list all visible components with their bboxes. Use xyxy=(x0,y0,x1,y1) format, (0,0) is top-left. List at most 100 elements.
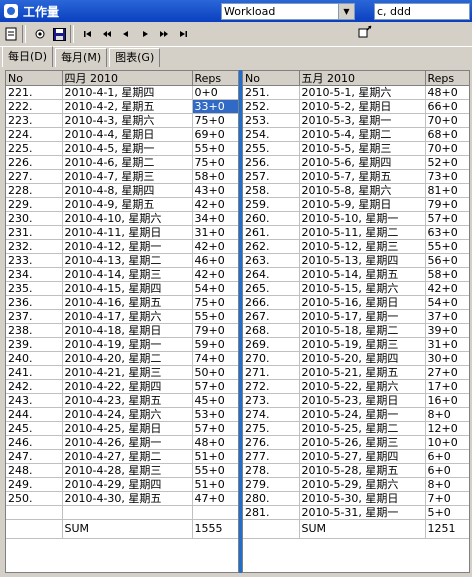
cell-date[interactable]: 2010-4-11, 星期日 xyxy=(62,225,193,240)
cell-date[interactable]: 2010-5-27, 星期四 xyxy=(299,449,426,464)
table-row[interactable]: 250. 2010-4-30, 星期五 47+0 xyxy=(6,491,238,506)
table-row[interactable]: 266. 2010-5-16, 星期日 54+0 xyxy=(243,295,469,310)
cell-no[interactable]: 278. xyxy=(243,463,300,478)
chevron-down-icon[interactable]: ▼ xyxy=(338,4,354,19)
table-row[interactable]: 228. 2010-4-8, 星期四 43+0 xyxy=(6,183,238,198)
cell-reps[interactable]: 54+0 xyxy=(192,281,238,296)
cell-no[interactable]: 235. xyxy=(6,281,63,296)
cell-no[interactable]: 250. xyxy=(6,491,63,506)
cell-no[interactable]: 279. xyxy=(243,477,300,492)
table-row[interactable]: 223. 2010-4-3, 星期六 75+0 xyxy=(6,113,238,128)
cell-date[interactable]: 2010-4-17, 星期六 xyxy=(62,309,193,324)
cell-date[interactable]: 2010-4-26, 星期一 xyxy=(62,435,193,450)
cell-no[interactable]: 280. xyxy=(243,491,300,506)
cell-reps[interactable]: 81+0 xyxy=(425,183,469,198)
last-icon[interactable] xyxy=(175,26,191,42)
cell-reps[interactable]: 37+0 xyxy=(425,309,469,324)
april-grid[interactable]: No 四月 2010 Reps 221. 2010-4-1, 星期四 0+0 222.… xyxy=(5,70,239,573)
cell-no[interactable]: 227. xyxy=(6,169,63,184)
table-row[interactable]: 257. 2010-5-7, 星期五 73+0 xyxy=(243,169,469,184)
cell-no[interactable]: 239. xyxy=(6,337,63,352)
cell-no[interactable]: 222. xyxy=(6,99,63,114)
cell-reps[interactable]: 31+0 xyxy=(425,337,469,352)
cell-no[interactable]: 255. xyxy=(243,141,300,156)
cell-no[interactable]: 230. xyxy=(6,211,63,226)
cell-reps[interactable]: 69+0 xyxy=(192,127,238,142)
table-row[interactable]: 273. 2010-5-23, 星期日 16+0 xyxy=(243,393,469,408)
cell-no[interactable]: 258. xyxy=(243,183,300,198)
cell-reps[interactable]: 31+0 xyxy=(192,225,238,240)
table-row[interactable]: 271. 2010-5-21, 星期五 27+0 xyxy=(243,365,469,380)
cell-date[interactable]: 2010-4-28, 星期三 xyxy=(62,463,193,478)
first-icon[interactable] xyxy=(80,26,96,42)
table-row[interactable]: 231. 2010-4-11, 星期日 31+0 xyxy=(6,225,238,240)
cell-no[interactable]: 260. xyxy=(243,211,300,226)
column-header-date[interactable]: 四月 2010 xyxy=(62,71,193,86)
cell-no[interactable] xyxy=(6,505,63,520)
cell-no[interactable]: 247. xyxy=(6,449,63,464)
cell-date[interactable]: 2010-4-15, 星期四 xyxy=(62,281,193,296)
table-row[interactable]: 237. 2010-4-17, 星期六 55+0 xyxy=(6,309,238,324)
cell-date[interactable]: 2010-5-17, 星期一 xyxy=(299,309,426,324)
cell-reps[interactable]: 34+0 xyxy=(192,211,238,226)
cell-reps[interactable]: 57+0 xyxy=(192,379,238,394)
table-row[interactable]: 238. 2010-4-18, 星期日 79+0 xyxy=(6,323,238,338)
cell-no[interactable]: 234. xyxy=(6,267,63,282)
cell-date[interactable]: 2010-4-13, 星期二 xyxy=(62,253,193,268)
cell-reps[interactable]: 70+0 xyxy=(425,113,469,128)
cell-reps[interactable]: 57+0 xyxy=(425,211,469,226)
cell-no[interactable]: 225. xyxy=(6,141,63,156)
table-row[interactable]: 243. 2010-4-23, 星期五 45+0 xyxy=(6,393,238,408)
cell-date[interactable]: 2010-4-30, 星期五 xyxy=(62,491,193,506)
column-header-no[interactable]: No xyxy=(243,71,300,86)
cell-date[interactable]: 2010-4-21, 星期三 xyxy=(62,365,193,380)
next-page-icon[interactable] xyxy=(156,26,172,42)
table-row[interactable]: 229. 2010-4-9, 星期五 42+0 xyxy=(6,197,238,212)
cell-date[interactable]: 2010-5-16, 星期日 xyxy=(299,295,426,310)
table-row[interactable]: 245. 2010-4-25, 星期日 57+0 xyxy=(6,421,238,436)
table-row[interactable]: 267. 2010-5-17, 星期一 37+0 xyxy=(243,309,469,324)
cell-date[interactable]: 2010-5-20, 星期四 xyxy=(299,351,426,366)
prev-page-icon[interactable] xyxy=(99,26,115,42)
cell-reps[interactable]: 53+0 xyxy=(192,407,238,422)
cell-date[interactable]: 2010-5-15, 星期六 xyxy=(299,281,426,296)
cell-no[interactable]: 256. xyxy=(243,155,300,170)
workload-select[interactable]: Workload ▼ xyxy=(221,3,355,20)
cell-date[interactable]: 2010-4-8, 星期四 xyxy=(62,183,193,198)
cell-reps[interactable]: 6+0 xyxy=(425,449,469,464)
table-row[interactable]: 239. 2010-4-19, 星期一 59+0 xyxy=(6,337,238,352)
cell-no[interactable]: 223. xyxy=(6,113,63,128)
cell-reps[interactable]: 8+0 xyxy=(425,477,469,492)
cell-reps[interactable]: 12+0 xyxy=(425,421,469,436)
cell-reps[interactable]: 58+0 xyxy=(425,267,469,282)
cell-date[interactable] xyxy=(62,505,193,520)
table-row[interactable]: 268. 2010-5-18, 星期二 39+0 xyxy=(243,323,469,338)
cell-reps[interactable]: 73+0 xyxy=(425,169,469,184)
cell-no[interactable]: 269. xyxy=(243,337,300,352)
table-row[interactable]: 258. 2010-5-8, 星期六 81+0 xyxy=(243,183,469,198)
cell-reps[interactable]: 7+0 xyxy=(425,491,469,506)
cell-no[interactable]: 246. xyxy=(6,435,63,450)
cell-no[interactable]: 253. xyxy=(243,113,300,128)
cell-date[interactable]: 2010-5-1, 星期六 xyxy=(299,85,426,100)
cell-date[interactable]: 2010-5-13, 星期四 xyxy=(299,253,426,268)
cell-no[interactable]: 238. xyxy=(6,323,63,338)
cell-reps[interactable]: 74+0 xyxy=(192,351,238,366)
cell-date[interactable]: 2010-4-18, 星期日 xyxy=(62,323,193,338)
table-row[interactable]: 230. 2010-4-10, 星期六 34+0 xyxy=(6,211,238,226)
cell-reps[interactable]: 27+0 xyxy=(425,365,469,380)
column-header-date[interactable]: 五月 2010 xyxy=(299,71,426,86)
cell-date[interactable]: 2010-4-14, 星期三 xyxy=(62,267,193,282)
cell-reps[interactable]: 68+0 xyxy=(425,127,469,142)
cell-date[interactable]: 2010-5-10, 星期一 xyxy=(299,211,426,226)
cell-date[interactable]: 2010-5-28, 星期五 xyxy=(299,463,426,478)
cell-no[interactable]: 264. xyxy=(243,267,300,282)
table-row[interactable]: 251. 2010-5-1, 星期六 48+0 xyxy=(243,85,469,100)
table-row[interactable]: 236. 2010-4-16, 星期五 75+0 xyxy=(6,295,238,310)
cell-no[interactable]: 277. xyxy=(243,449,300,464)
table-row[interactable]: 240. 2010-4-20, 星期二 74+0 xyxy=(6,351,238,366)
cell-date[interactable]: 2010-5-4, 星期二 xyxy=(299,127,426,142)
cell-reps[interactable]: 6+0 xyxy=(425,463,469,478)
cell-reps[interactable]: 30+0 xyxy=(425,351,469,366)
table-row[interactable]: 278. 2010-5-28, 星期五 6+0 xyxy=(243,463,469,478)
